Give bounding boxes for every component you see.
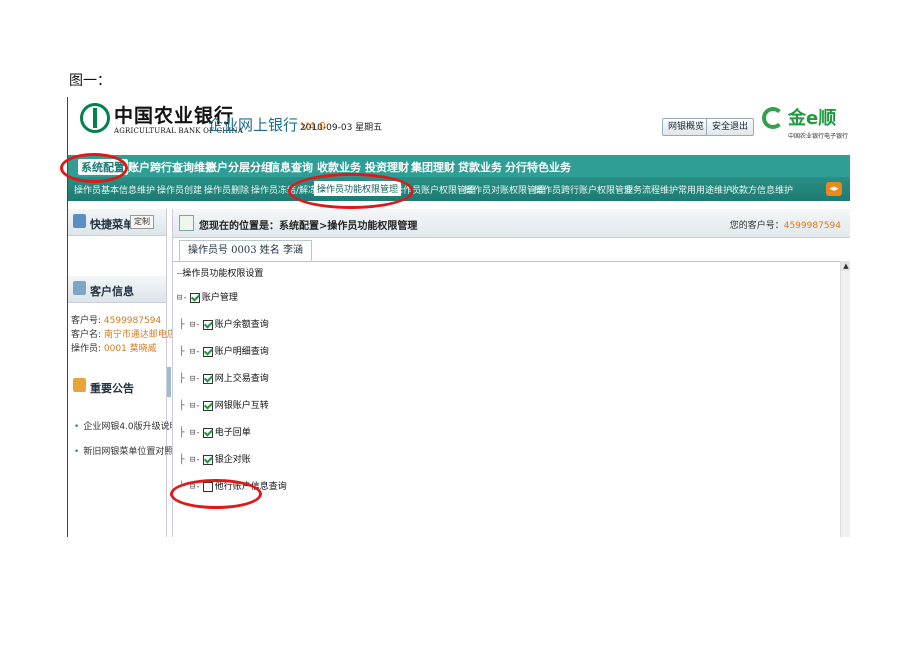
checkbox-checked[interactable] [202, 427, 213, 438]
brand-subtitle: 中国农业银行电子银行 [788, 133, 849, 140]
subnav-operator-delete[interactable]: 操作员删除 [204, 183, 249, 196]
quick-menu-header: 快捷菜单 定制 [68, 209, 166, 236]
nav-scroll-arrows-icon[interactable]: ◂▸ [826, 182, 842, 196]
tree-expander[interactable]: ├ ⊟- [179, 399, 201, 413]
tree-node: ├ ⊟- 账户余额查询 [179, 318, 269, 332]
panel-splitter[interactable] [167, 367, 171, 397]
figure-caption: 图一： [69, 73, 111, 89]
header: 中国农业银行 AGRICULTURAL BANK OF CHINA 企业网上银行… [68, 97, 850, 155]
tree-node: ├ ⊟- 网上交易查询 [179, 372, 269, 386]
tab-bar: 操作员号 0003 姓名 李涵 [173, 237, 850, 262]
bank-logo-icon [80, 103, 110, 133]
tree-expander[interactable]: ⊟- [177, 291, 188, 305]
checkbox-checked[interactable] [202, 319, 213, 330]
checkbox-checked[interactable] [202, 373, 213, 384]
nav-group-finance[interactable]: 集团理财 [411, 159, 455, 175]
tree-label: 网上交易查询 [214, 374, 269, 384]
nav-loans[interactable]: 贷款业务 [458, 159, 502, 175]
customer-info-icon [73, 281, 86, 295]
current-customer-value: 4599987594 [783, 221, 841, 231]
highlight-oval-function-perm [288, 173, 414, 209]
tree-label: 操作员功能权限设置 [182, 269, 264, 279]
nav-account-grouping[interactable]: 账户分层分组 [206, 159, 272, 175]
tree-node: ├ ⊟- 电子回单 [179, 426, 251, 440]
tree-label: 账户管理 [201, 293, 238, 303]
nav-info-query[interactable]: 信息查询 [269, 159, 313, 175]
tree-label: 电子回单 [214, 428, 251, 438]
tree-node: ├ ⊟- 银企对账 [179, 453, 251, 467]
subnav-common-usage[interactable]: 常用用途维护 [678, 183, 732, 196]
customer-info-header: 客户信息 [68, 276, 166, 303]
app-title-text: 企业网上银行 [208, 116, 299, 134]
tree-label: 账户明细查询 [214, 347, 269, 357]
tree-expander[interactable]: ├ ⊟- [179, 453, 201, 467]
tree-expander[interactable]: ├ ⊟- [179, 426, 201, 440]
customer-name-label: 客户名: [71, 330, 104, 340]
brand-logo-icon [762, 107, 784, 129]
tree-node: ⊟- 账户管理 [177, 291, 238, 305]
nav-investment[interactable]: 投资理财 [365, 159, 409, 175]
customer-name-value: 南宁市通达邮电店 [103, 330, 176, 340]
subnav-operator-reconcile-perm[interactable]: 操作员对账权限管理 [464, 183, 545, 196]
breadcrumb: 您现在的位置是：系统配置>操作员功能权限管理 [199, 221, 418, 232]
tree-node: ├ ⊟- 网银账户互转 [179, 399, 269, 413]
operator-label: 操作员: [71, 344, 104, 354]
notice-item[interactable]: 企业网银4.0版升级说明 [74, 419, 178, 432]
notice-icon [73, 378, 86, 392]
quick-menu-title: 快捷菜单 [90, 218, 134, 231]
subnav-operator-crossbank-perm[interactable]: 操作员跨行账户权限管理 [534, 183, 633, 196]
tree-label: 网银账户互转 [214, 401, 269, 411]
customer-name: 客户名: 南宁市通达邮电店 [71, 327, 176, 340]
subnav-payee-info[interactable]: 收款方信息维护 [730, 183, 793, 196]
checkbox-checked[interactable] [202, 400, 213, 411]
checkbox-checked[interactable] [189, 292, 200, 303]
customer-info-title: 客户信息 [90, 285, 134, 298]
operator-value: 0001 莫晓威 [103, 344, 157, 354]
left-panel: 快捷菜单 定制 客户信息 客户号: 4599987594 客户名: 南宁市通达邮… [68, 209, 179, 537]
notice-title: 重要公告 [90, 382, 134, 395]
main-nav: 系统配置 账户跨行查询维护 账户分层分组 信息查询 收款业务 投资理财 集团理财… [68, 155, 850, 177]
nav-branch-special[interactable]: 分行特色业务 [505, 159, 571, 175]
tree-expander[interactable]: ├ ⊟- [179, 345, 201, 359]
customer-number-value: 4599987594 [103, 316, 162, 326]
notice-item[interactable]: 新旧网银菜单位置对照 [74, 444, 173, 457]
customer-number-label: 客户号: [71, 316, 104, 326]
operator: 操作员: 0001 莫晓威 [71, 341, 157, 354]
notice-header: 重要公告 [68, 373, 166, 399]
sub-nav: 操作员基本信息维护 操作员创建 操作员删除 操作员冻结/解冻 操作员功能权限管理… [68, 177, 850, 201]
subnav-operator-create[interactable]: 操作员创建 [157, 183, 202, 196]
tree-node: ├ ⊟- 账户明细查询 [179, 345, 269, 359]
tree-label: 账户余额查询 [214, 320, 269, 330]
current-date: 2010-09-03 星期五 [300, 123, 383, 133]
checkbox-checked[interactable] [202, 346, 213, 357]
main-panel: 您现在的位置是：系统配置>操作员功能权限管理 您的客户号：4599987594 … [172, 209, 850, 537]
customer-number: 客户号: 4599987594 [71, 313, 161, 326]
location-icon [179, 215, 194, 231]
quick-menu-icon [73, 214, 86, 228]
subnav-workflow[interactable]: 业务流程维护 [624, 183, 678, 196]
tab-operator[interactable]: 操作员号 0003 姓名 李涵 [179, 240, 312, 261]
tree-expander[interactable]: ├ ⊟- [179, 372, 201, 386]
tree-root: – 操作员功能权限设置 [177, 267, 263, 281]
subnav-operator-info[interactable]: 操作员基本信息维护 [74, 183, 155, 196]
highlight-oval-system-config [60, 153, 128, 183]
logout-button[interactable]: 安全退出 [706, 118, 755, 136]
customize-button[interactable]: 定制 [130, 215, 154, 229]
checkbox-checked[interactable] [202, 454, 213, 465]
highlight-oval-bank-reconcile [170, 479, 262, 509]
vertical-scrollbar[interactable]: ▲ [840, 261, 850, 537]
screenshot: 中国农业银行 AGRICULTURAL BANK OF CHINA 企业网上银行… [68, 97, 850, 537]
overview-button[interactable]: 网银概览 [662, 118, 711, 136]
breadcrumb-bar: 您现在的位置是：系统配置>操作员功能权限管理 您的客户号：4599987594 [173, 209, 850, 238]
scroll-up-icon[interactable]: ▲ [841, 261, 850, 271]
nav-account-cross-bank[interactable]: 账户跨行查询维护 [128, 159, 216, 175]
tree-label: 银企对账 [214, 455, 251, 465]
current-customer-label: 您的客户号： [729, 221, 784, 231]
tree-expander[interactable]: ├ ⊟- [179, 318, 201, 332]
current-customer: 您的客户号：4599987594 [730, 218, 841, 231]
brand-name: 金e顺 [788, 108, 837, 129]
